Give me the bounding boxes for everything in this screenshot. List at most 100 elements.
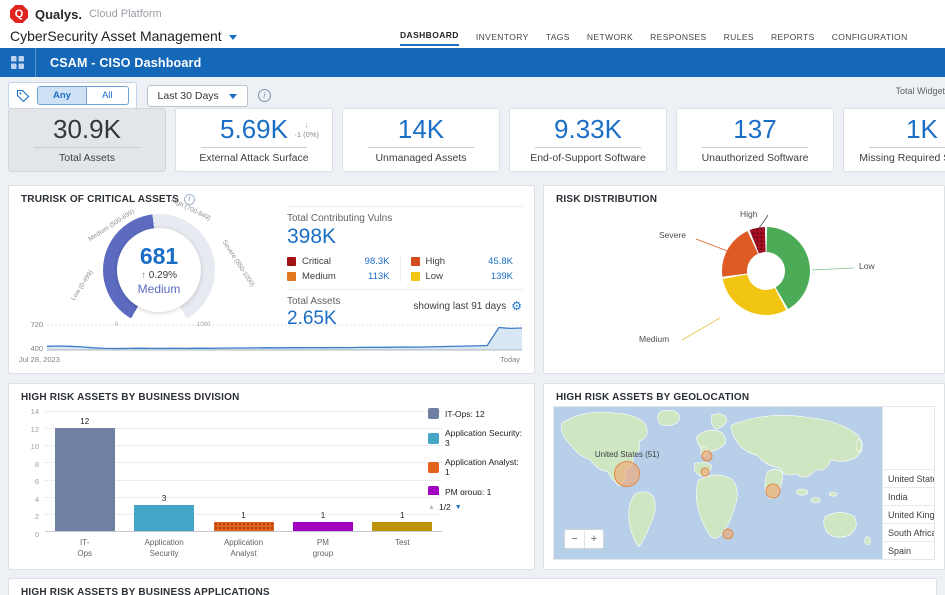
tab-responses[interactable]: RESPONSES <box>650 32 707 46</box>
kpi-end-of-support-software[interactable]: 9.33K End-of-Support Software <box>509 108 667 172</box>
info-icon[interactable]: i <box>258 89 271 102</box>
kpi-label: End-of-Support Software <box>530 152 646 164</box>
map-marker-spain[interactable] <box>701 467 710 476</box>
tab-rules[interactable]: RULES <box>724 32 754 46</box>
up-arrow-icon: ↑ <box>141 270 146 281</box>
kpi-value: 30.9K <box>53 116 121 143</box>
down-arrow-icon: ↓ <box>305 120 309 129</box>
bar-application-security[interactable]: 3 <box>124 411 203 531</box>
panel-high-risk-by-geolocation: High Risk Assets by Geolocation <box>543 383 945 570</box>
tag-match-any-button[interactable]: Any <box>38 87 86 104</box>
panel-title: Risk Distribution <box>544 186 944 205</box>
tab-configuration[interactable]: CONFIGURATION <box>832 32 908 46</box>
gauge-center: 681 ↑ 0.29% Medium <box>117 228 201 312</box>
geo-row-india[interactable]: India <box>883 487 934 505</box>
kpi-unauthorized-software[interactable]: 137 Unauthorized Software <box>676 108 834 172</box>
bar-test[interactable]: 1 <box>363 411 442 531</box>
bar-it-ops[interactable]: 12 <box>45 411 124 531</box>
map-marker-united-kingdom[interactable] <box>701 450 712 461</box>
legend-medium[interactable]: Medium 113K <box>287 271 400 282</box>
kpi-unmanaged-assets[interactable]: 14K Unmanaged Assets <box>342 108 500 172</box>
map-marker-united-states[interactable] <box>614 461 640 487</box>
legend-high[interactable]: High 45.8K <box>411 256 524 267</box>
grid-icon <box>11 56 24 69</box>
tag-match-all-button[interactable]: All <box>86 87 128 104</box>
geo-row-united-states[interactable]: United States <box>883 469 934 487</box>
date-range-select[interactable]: Last 30 Days <box>147 85 248 107</box>
main-nav-tabs: DASHBOARD INVENTORY TAGS NETWORK RESPONS… <box>400 30 908 46</box>
geo-row-spain[interactable]: Spain <box>883 541 934 559</box>
bar-legend: IT-Ops: 12 Application Security: 3 Appli… <box>428 408 524 512</box>
product-switcher[interactable]: CyberSecurity Asset Management <box>10 28 237 44</box>
trurisk-delta: ↑ 0.29% <box>141 270 177 281</box>
critical-swatch <box>287 257 296 266</box>
trend-ymin-label: 400 <box>17 344 43 353</box>
panel-high-risk-by-business-division: High Risk Assets by Business Division 02… <box>8 383 535 570</box>
kpi-label: Unmanaged Assets <box>375 152 466 164</box>
brand-name: Qualys. <box>35 7 82 22</box>
legend-low[interactable]: Low 139K <box>411 271 524 282</box>
panel-trurisk-critical-assets: TruRisk of Critical Assets i 681 ↑ 0.29%… <box>8 185 535 374</box>
kpi-row: 30.9K Total Assets 5.69K External Attack… <box>8 108 945 172</box>
tab-tags[interactable]: TAGS <box>546 32 570 46</box>
legend-application-security[interactable]: Application Security: 3 <box>428 428 524 448</box>
tab-inventory[interactable]: INVENTORY <box>476 32 529 46</box>
panel-title: High Risk Assets by Business Division <box>9 384 534 403</box>
bar-plot: 12 3 1 1 1 <box>45 411 442 532</box>
legend-it-ops[interactable]: IT-Ops: 12 <box>428 408 524 419</box>
geo-row-south-africa[interactable]: South Africa <box>883 523 934 541</box>
donut-label-high: High <box>740 209 757 219</box>
date-range-value: Last 30 Days <box>158 90 219 102</box>
map-marker-south-africa[interactable] <box>723 528 734 539</box>
chevron-down-icon <box>229 94 237 99</box>
risk-distribution-donut[interactable] <box>544 208 944 358</box>
donut-label-low: Low <box>859 261 875 271</box>
tab-reports[interactable]: REPORTS <box>771 32 815 46</box>
legend-critical[interactable]: Critical 98.3K <box>287 256 400 267</box>
legend-application-analyst[interactable]: Application Analyst: 1 <box>428 457 524 477</box>
dashboard-title: CSAM - CISO Dashboard <box>50 56 201 70</box>
kpi-divider <box>201 147 307 148</box>
geo-country-list: United States India United Kingdom South… <box>882 407 934 559</box>
trend-end-label: Today <box>500 355 520 364</box>
kpi-divider <box>869 147 945 148</box>
bar-application-analyst[interactable]: 1 <box>204 411 283 531</box>
trend-start-label: Jul 28, 2023 <box>19 355 60 364</box>
brand-suffix: Cloud Platform <box>89 8 162 20</box>
qualys-logo-icon: Q <box>10 5 28 23</box>
kpi-external-attack-surface[interactable]: 5.69K External Attack Surface ↓-1 (0%) <box>175 108 333 172</box>
page-down-icon[interactable]: ▼ <box>455 504 462 511</box>
tab-dashboard[interactable]: DASHBOARD <box>400 30 459 46</box>
legend-pager: ▲ 1/2 ▼ <box>428 502 524 512</box>
kpi-divider <box>34 147 140 148</box>
low-swatch <box>411 272 420 281</box>
medium-swatch <box>287 272 296 281</box>
high-swatch <box>411 257 420 266</box>
legend-pm-group[interactable]: PM group: 1 <box>428 486 524 495</box>
tag-filter-box: Any All <box>8 82 137 109</box>
filter-row: Any All Last 30 Days i <box>8 82 271 109</box>
zoom-out-button[interactable]: − <box>565 530 584 548</box>
dashboard-grid-button[interactable] <box>0 48 36 77</box>
product-name: CyberSecurity Asset Management <box>10 28 222 44</box>
kpi-label: Total Assets <box>59 152 115 164</box>
total-widget-label: Total Widget <box>895 86 945 96</box>
tag-icon <box>16 89 30 103</box>
gear-icon[interactable]: ⚙ <box>511 299 522 313</box>
geo-row-united-kingdom[interactable]: United Kingdom <box>883 505 934 523</box>
total-contributing-vulns-value: 398K <box>287 225 523 249</box>
kpi-missing-required-software[interactable]: 1K Missing Required Software ↓-1 (0%) <box>843 108 945 172</box>
dashboard-bar: CSAM - CISO Dashboard <box>0 48 945 77</box>
chevron-down-icon <box>229 35 237 40</box>
bar-pm-group[interactable]: 1 <box>283 411 362 531</box>
kpi-divider <box>702 147 808 148</box>
trurisk-trend-chart <box>47 324 522 351</box>
gauge-band-label-low: Low (0-499) <box>70 269 95 302</box>
world-map[interactable]: United States (51) United States India U… <box>553 406 935 560</box>
kpi-label: External Attack Surface <box>199 152 308 164</box>
kpi-total-assets[interactable]: 30.9K Total Assets <box>8 108 166 172</box>
bar-x-axis: IT- Ops Application Security Application… <box>45 538 442 559</box>
map-marker-india[interactable] <box>766 484 781 499</box>
tab-network[interactable]: NETWORK <box>587 32 633 46</box>
zoom-in-button[interactable]: + <box>584 530 603 548</box>
